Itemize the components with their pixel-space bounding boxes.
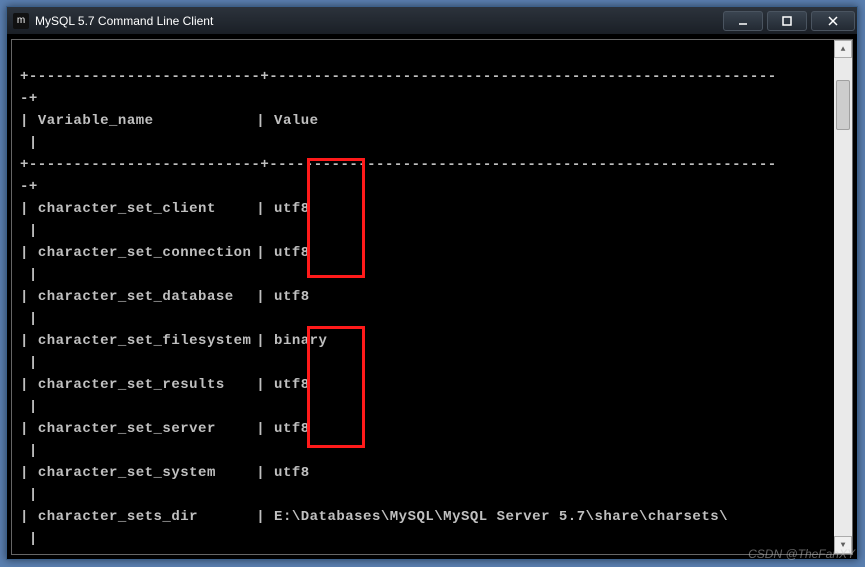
var-value: utf8 [274, 242, 310, 264]
var-value: utf8 [274, 286, 310, 308]
window-title: MySQL 5.7 Command Line Client [35, 14, 719, 28]
border-tail: -+ [20, 91, 38, 107]
row-tail: | [20, 487, 38, 503]
var-value: utf8 [274, 418, 310, 440]
table-row: | character_set_server| utf8 [20, 418, 826, 440]
border-bot: +--------------------------+------------… [20, 553, 777, 554]
border-tail: -+ [20, 179, 38, 195]
var-value: utf8 [274, 462, 310, 484]
var-name: character_set_client [38, 198, 256, 220]
app-window: m MySQL 5.7 Command Line Client +-------… [6, 6, 858, 560]
table-row: | character_sets_dir| E:\Databases\MySQL… [20, 506, 826, 528]
close-icon [828, 16, 838, 26]
header-col2: Value [274, 110, 319, 132]
row-tail: | [20, 531, 38, 547]
chevron-up-icon: ▲ [841, 45, 846, 54]
row-tail: | [20, 443, 38, 459]
row-tail: | [20, 355, 38, 371]
var-name: character_set_database [38, 286, 256, 308]
header-row: | Variable_name| Value [20, 110, 826, 132]
row-tail: | [20, 399, 38, 415]
mysql-icon: m [13, 13, 29, 29]
header-col1: Variable_name [38, 110, 256, 132]
var-name: character_set_system [38, 462, 256, 484]
var-value: utf8 [274, 198, 310, 220]
var-name: character_set_connection [38, 242, 256, 264]
table-row: | character_set_system| utf8 [20, 462, 826, 484]
row-tail: | [20, 223, 38, 239]
minimize-button[interactable] [723, 11, 763, 31]
table-row: | character_set_database| utf8 [20, 286, 826, 308]
table-row: | character_set_results| utf8 [20, 374, 826, 396]
var-name: character_sets_dir [38, 506, 256, 528]
table-row: | character_set_filesystem| binary [20, 330, 826, 352]
scroll-thumb[interactable] [836, 80, 850, 130]
window-buttons [719, 11, 855, 31]
minimize-icon [738, 16, 748, 26]
scroll-down-button[interactable]: ▼ [834, 536, 852, 554]
var-name: character_set_server [38, 418, 256, 440]
chevron-down-icon: ▼ [841, 541, 846, 550]
row-tail: | [20, 267, 38, 283]
header-tail: | [20, 135, 38, 151]
table-row: | character_set_client| utf8 [20, 198, 826, 220]
maximize-button[interactable] [767, 11, 807, 31]
titlebar[interactable]: m MySQL 5.7 Command Line Client [7, 7, 857, 35]
border-mid: +--------------------------+------------… [20, 157, 777, 173]
client-area: +--------------------------+------------… [11, 39, 853, 555]
scroll-up-button[interactable]: ▲ [834, 40, 852, 58]
terminal-output[interactable]: +--------------------------+------------… [12, 40, 834, 554]
maximize-icon [782, 16, 792, 26]
border-top: +--------------------------+------------… [20, 69, 777, 85]
close-button[interactable] [811, 11, 855, 31]
var-value: utf8 [274, 374, 310, 396]
table-row: | character_set_connection| utf8 [20, 242, 826, 264]
vertical-scrollbar[interactable]: ▲ ▼ [834, 40, 852, 554]
var-name: character_set_filesystem [38, 330, 256, 352]
var-name: character_set_results [38, 374, 256, 396]
var-value: E:\Databases\MySQL\MySQL Server 5.7\shar… [274, 506, 728, 528]
row-tail: | [20, 311, 38, 327]
var-value: binary [274, 330, 327, 352]
